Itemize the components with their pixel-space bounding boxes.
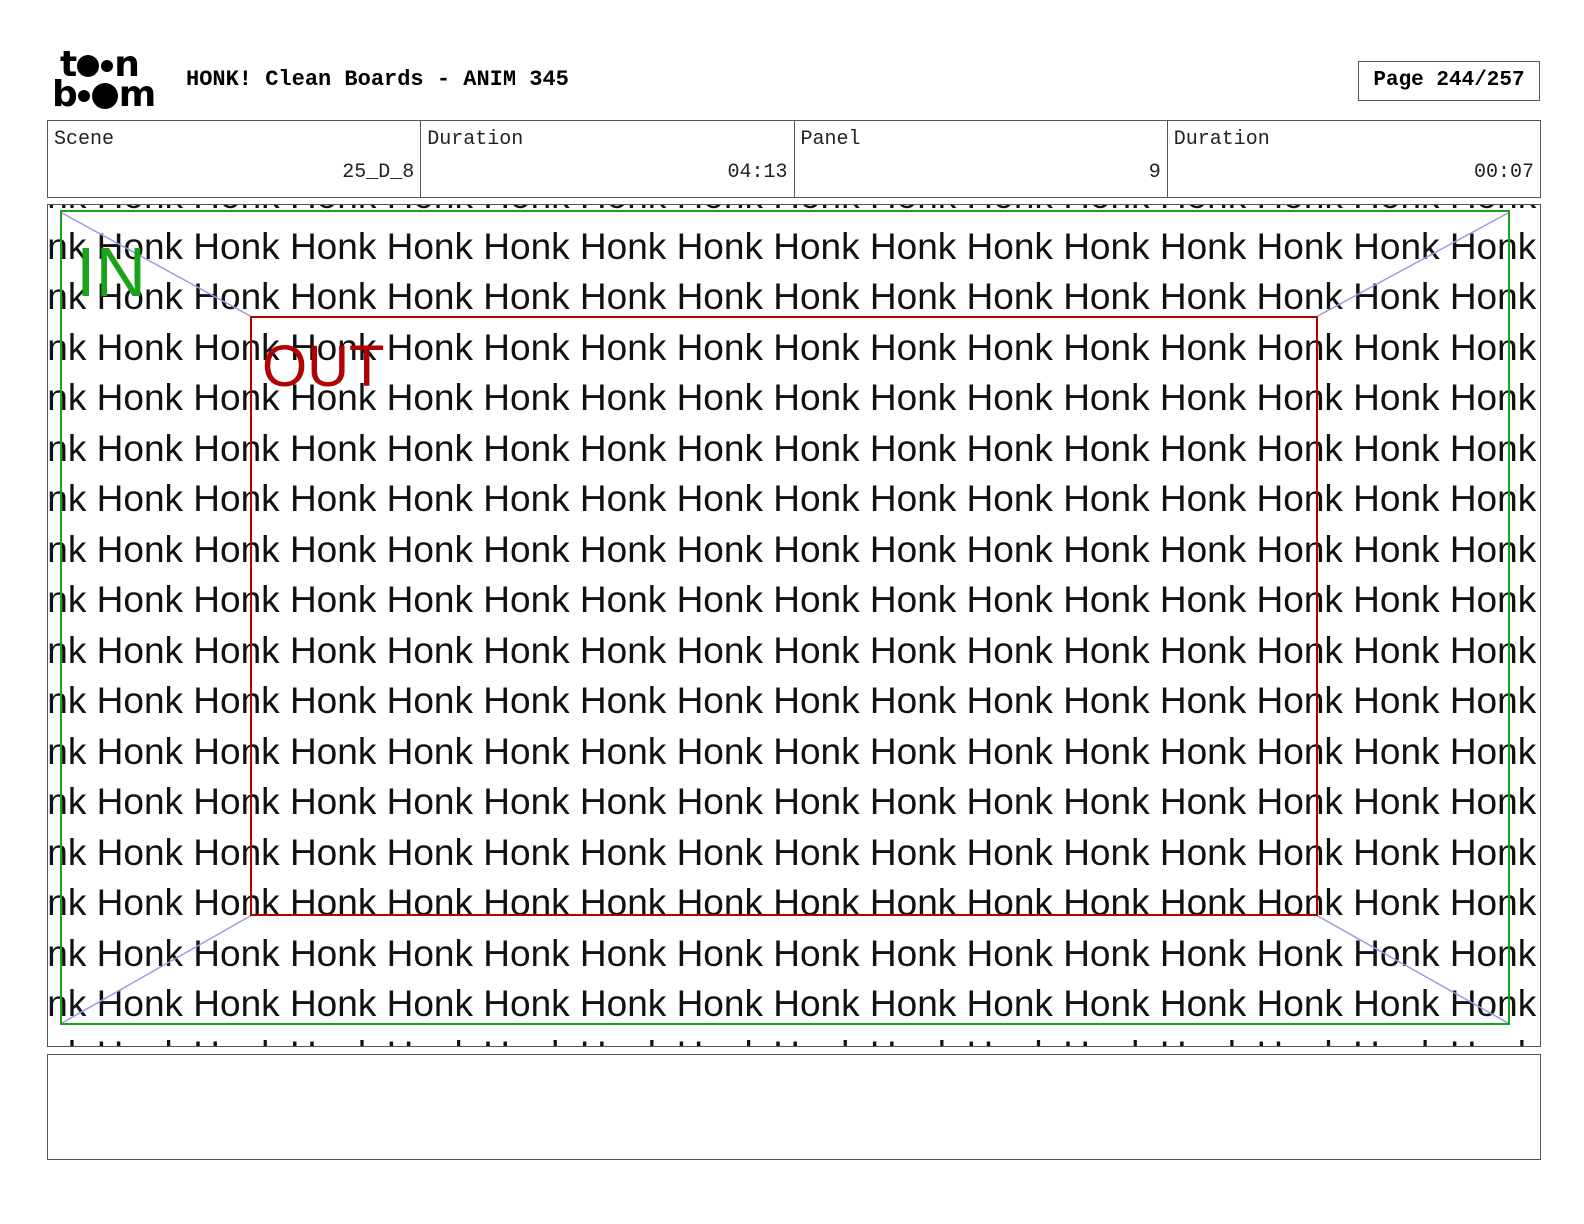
panel-label: Panel <box>800 128 861 151</box>
honk-text-line: Honk Honk Honk Honk Honk Honk Honk Honk … <box>47 781 1541 822</box>
honk-text-line: Honk Honk Honk Honk Honk Honk Honk Honk … <box>47 528 1541 570</box>
panel-duration-cell: Duration 00:07 <box>1168 121 1540 197</box>
honk-text-line: Honk Honk Honk Honk Honk Honk Honk Honk … <box>47 932 1541 974</box>
honk-text-line: Honk Honk Honk Honk Honk Honk Honk Honk … <box>47 579 1541 620</box>
honk-text-line: Honk Honk Honk Honk Honk Honk Honk Honk … <box>47 882 1541 923</box>
scene-duration-value: 04:13 <box>727 161 788 184</box>
scene-label: Scene <box>54 128 115 151</box>
honk-text-line: Honk Honk Honk Honk Honk Honk Honk Honk … <box>47 427 1541 469</box>
honk-text-line: Honk Honk Honk Honk Honk Honk Honk Honk … <box>47 225 1541 267</box>
page-number: Page 244/257 <box>1358 61 1540 101</box>
honk-text-line: Honk Honk Honk Honk Honk Honk Honk Honk … <box>47 983 1541 1024</box>
in-frame-label: IN <box>76 233 146 311</box>
honk-text-line: Honk Honk Honk Honk Honk Honk Honk Honk … <box>47 629 1541 671</box>
scene-value: 25_D_8 <box>342 161 415 184</box>
honk-text-line: Honk Honk Honk Honk Honk Honk Honk Honk … <box>48 205 1540 222</box>
panel-cell: Panel 9 <box>795 121 1168 197</box>
storyboard-panel: Honk Honk Honk Honk Honk Honk Honk Honk … <box>47 204 1541 1047</box>
honk-text-line: Honk Honk Honk Honk Honk Honk Honk Honk … <box>47 831 1541 873</box>
honk-text-field: Honk Honk Honk Honk Honk Honk Honk Honk … <box>47 205 1541 1047</box>
panel-duration-label: Duration <box>1173 128 1270 151</box>
honk-text-line: Honk Honk Honk Honk Honk Honk Honk Honk … <box>47 276 1541 317</box>
scene-cell: Scene 25_D_8 <box>48 121 422 197</box>
scene-duration-cell: Duration 04:13 <box>421 121 795 197</box>
honk-text-line: Honk Honk Honk Honk Honk Honk Honk Honk … <box>48 1030 1540 1047</box>
scene-info-table: Scene 25_D_8 Duration 04:13 Panel 9 Dura… <box>47 120 1541 198</box>
out-frame-label: OUT <box>262 334 385 399</box>
toon-boom-logo: tn bm <box>52 47 164 115</box>
honk-text-line: Honk Honk Honk Honk Honk Honk Honk Honk … <box>47 478 1541 519</box>
logo-line-2: bm <box>52 74 156 115</box>
scene-duration-label: Duration <box>427 128 524 151</box>
document-title: HONK! Clean Boards - ANIM 345 <box>186 67 569 92</box>
honk-text-line: Honk Honk Honk Honk Honk Honk Honk Honk … <box>47 730 1541 772</box>
notes-box <box>47 1054 1541 1160</box>
panel-value: 9 <box>1148 161 1161 184</box>
panel-duration-value: 00:07 <box>1473 161 1534 184</box>
honk-text-line: Honk Honk Honk Honk Honk Honk Honk Honk … <box>47 680 1541 721</box>
